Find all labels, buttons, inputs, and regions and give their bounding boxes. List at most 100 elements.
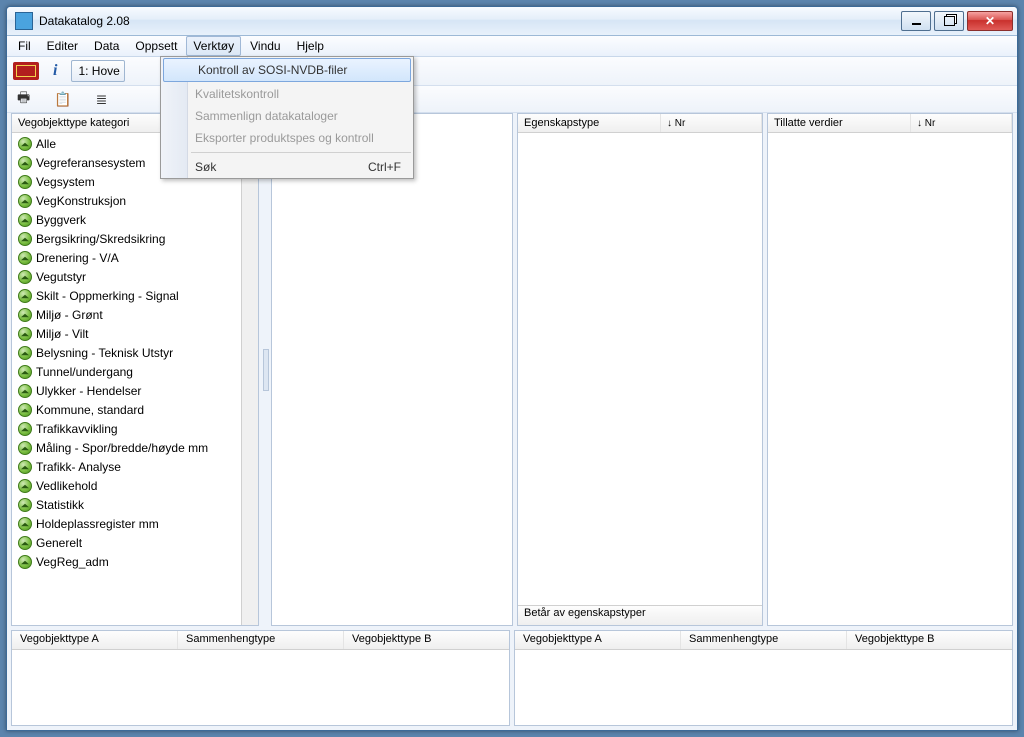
menu-oppsett[interactable]: Oppsett [128,36,184,56]
menu-hjelp[interactable]: Hjelp [290,36,331,56]
expand-icon[interactable] [18,289,32,303]
menu-verktøy[interactable]: Verktøy [186,36,241,56]
expand-icon[interactable] [18,232,32,246]
tree-item-label: Trafikkavvikling [36,422,118,436]
tree-item[interactable]: Tunnel/undergang [14,362,239,381]
menubar: FilEditerDataOppsettVerktøyVinduHjelp [7,36,1017,57]
expand-icon[interactable] [18,365,32,379]
menu-item-label: Kontroll av SOSI-NVDB-filer [198,63,347,77]
verktoy-menu: Kontroll av SOSI-NVDB-filer Kvalitetskont… [160,56,414,179]
tillatte-verdier-panel: Tillatte verdier ↓ Nr [767,113,1013,626]
col-sammenhengtype-2[interactable]: Sammenhengtype [681,631,847,649]
list-icon[interactable]: ≣ [96,91,108,108]
menu-item-label: Søk [195,160,216,174]
menu-item[interactable]: Kontroll av SOSI-NVDB-filer [163,58,411,82]
expand-icon[interactable] [18,308,32,322]
relation-table-right: Vegobjekttype A Sammenhengtype Vegobjekt… [514,630,1013,726]
minimize-button[interactable] [901,11,931,31]
splitter-vertical[interactable] [263,113,267,626]
expand-icon[interactable] [18,479,32,493]
tillatte-sort[interactable]: ↓ Nr [911,114,1012,132]
tree-item-label: Trafikk- Analyse [36,460,121,474]
tree-item[interactable]: Vedlikehold [14,476,239,495]
expand-icon[interactable] [18,555,32,569]
expand-icon[interactable] [18,327,32,341]
dataset-selector-label: 1: Hove [78,64,119,78]
tree-item-label: Vegreferansesystem [36,156,145,170]
expand-icon[interactable] [18,498,32,512]
col-vegobjekttype-a-2[interactable]: Vegobjekttype A [515,631,681,649]
egenskapstype-sort[interactable]: ↓ Nr [661,114,762,132]
tree-item-label: Kommune, standard [36,403,144,417]
tree-item[interactable]: Drenering - V/A [14,248,239,267]
tree-item[interactable]: Ulykker - Hendelser [14,381,239,400]
menu-item: Eksporter produktspes og kontroll [161,127,413,149]
expand-icon[interactable] [18,270,32,284]
expand-icon[interactable] [18,251,32,265]
menu-item-label: Eksporter produktspes og kontroll [195,131,374,145]
expand-icon[interactable] [18,346,32,360]
expand-icon[interactable] [18,194,32,208]
dataset-selector[interactable]: 1: Hove [71,60,125,82]
menu-item[interactable]: SøkCtrl+F [161,156,413,178]
tree-item-label: Vegutstyr [36,270,86,284]
tree-item[interactable]: Belysning - Teknisk Utstyr [14,343,239,362]
tree-item[interactable]: Miljø - Grønt [14,305,239,324]
menu-fil[interactable]: Fil [11,36,38,56]
expand-icon[interactable] [18,384,32,398]
expand-icon[interactable] [18,156,32,170]
tillatte-header[interactable]: Tillatte verdier [768,114,911,132]
expand-icon[interactable] [18,213,32,227]
category-tree-panel: Vegobjekttype kategori AlleVegreferanses… [11,113,259,626]
col-sammenhengtype[interactable]: Sammenhengtype [178,631,344,649]
info-icon[interactable]: i [49,62,61,80]
tree-item-label: Holdeplassregister mm [36,517,159,531]
tree-item[interactable]: Vegutstyr [14,267,239,286]
category-tree[interactable]: AlleVegreferansesystemVegsystemVegKonstr… [12,133,241,625]
menu-item-label: Kvalitetskontroll [195,87,279,101]
tree-item[interactable]: Statistikk [14,495,239,514]
tree-item[interactable]: Skilt - Oppmerking - Signal [14,286,239,305]
expand-icon[interactable] [18,403,32,417]
expand-icon[interactable] [18,441,32,455]
tree-item[interactable]: Miljø - Vilt [14,324,239,343]
close-button[interactable]: ✕ [967,11,1013,31]
tree-item[interactable]: Kommune, standard [14,400,239,419]
expand-icon[interactable] [18,517,32,531]
tree-item-label: Tunnel/undergang [36,365,133,379]
expand-icon[interactable] [18,422,32,436]
relation-table-left: Vegobjekttype A Sammenhengtype Vegobjekt… [11,630,510,726]
tree-item-label: Byggverk [36,213,86,227]
tree-item-label: Vedlikehold [36,479,97,493]
tree-item[interactable]: Bergsikring/Skredsikring [14,229,239,248]
tree-item[interactable]: VegKonstruksjon [14,191,239,210]
tree-item[interactable]: Trafikkavvikling [14,419,239,438]
expand-icon[interactable] [18,175,32,189]
maximize-button[interactable] [934,11,964,31]
col-vegobjekttype-b-2[interactable]: Vegobjekttype B [847,631,1012,649]
menu-vindu[interactable]: Vindu [243,36,287,56]
scrollbar-vertical[interactable] [241,133,258,625]
tree-item[interactable]: Måling - Spor/bredde/høyde mm [14,438,239,457]
expand-icon[interactable] [18,536,32,550]
expand-icon[interactable] [18,460,32,474]
window-title: Datakatalog 2.08 [39,14,901,28]
tree-item-label: Generelt [36,536,82,550]
egenskapstype-header[interactable]: Egenskapstype [518,114,661,132]
paste-icon[interactable]: 📋 [54,91,71,108]
print-icon[interactable]: 🖶 [17,87,30,111]
egenskapstype-footer: Betår av egenskapstyper [518,605,762,625]
menu-item: Kvalitetskontroll [161,83,413,105]
tree-item[interactable]: Trafikk- Analyse [14,457,239,476]
tree-item[interactable]: Generelt [14,533,239,552]
col-vegobjekttype-a[interactable]: Vegobjekttype A [12,631,178,649]
menu-editer[interactable]: Editer [40,36,85,56]
tree-item[interactable]: Byggverk [14,210,239,229]
expand-icon[interactable] [18,137,32,151]
titlebar: Datakatalog 2.08 ✕ [7,7,1017,36]
tree-item[interactable]: Holdeplassregister mm [14,514,239,533]
tree-item[interactable]: VegReg_adm [14,552,239,571]
menu-data[interactable]: Data [87,36,126,56]
tree-item-label: Miljø - Grønt [36,308,103,322]
col-vegobjekttype-b[interactable]: Vegobjekttype B [344,631,509,649]
